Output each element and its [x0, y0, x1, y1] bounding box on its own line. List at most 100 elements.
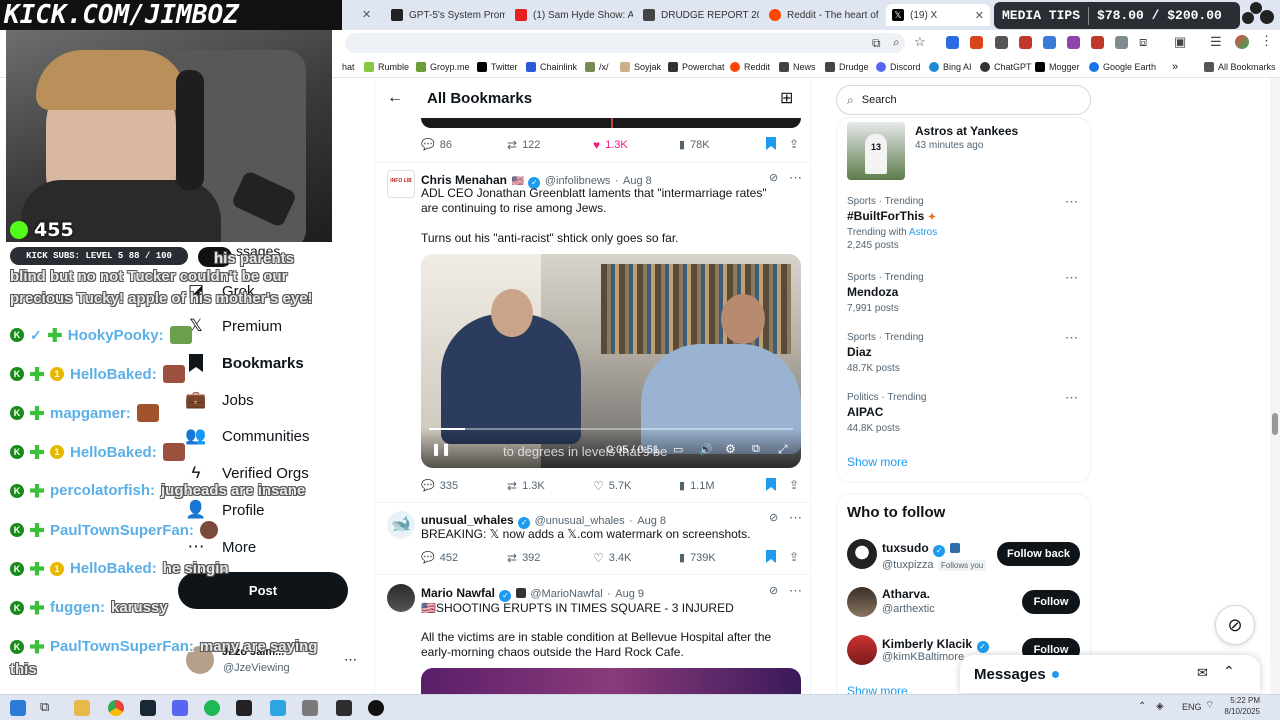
- trend-item[interactable]: Sports · Trending Mendoza 7,991 posts ⋯: [847, 270, 1082, 316]
- follow-button[interactable]: Follow: [1022, 590, 1080, 614]
- bookmark-button[interactable]: [766, 137, 776, 150]
- share-button[interactable]: ⇪: [789, 478, 799, 492]
- picture-in-picture-icon[interactable]: ⧉: [752, 443, 760, 456]
- bookmark-button[interactable]: [766, 478, 776, 491]
- bookmark-item[interactable]: Discord: [876, 59, 921, 75]
- obs-icon[interactable]: [368, 700, 384, 716]
- bookmark-item[interactable]: /x/: [585, 59, 609, 75]
- views-button[interactable]: ▮ 739K: [679, 551, 716, 565]
- nav-bookmarks[interactable]: Bookmarks: [186, 348, 304, 378]
- extensions-puzzle-icon[interactable]: ⧈: [1139, 34, 1147, 50]
- tweet-date[interactable]: Aug 8: [637, 515, 666, 527]
- sidepanel-icon[interactable]: ▣: [1174, 34, 1186, 50]
- views-button[interactable]: ▮ 78K: [679, 138, 710, 152]
- bookmark-item[interactable]: ChatGPT: [980, 59, 1032, 75]
- more-dots-icon[interactable]: ⋯: [1065, 330, 1079, 346]
- views-button[interactable]: ▮ 1.1M: [679, 479, 715, 493]
- discord-icon[interactable]: [172, 700, 188, 716]
- video-progress-track[interactable]: [429, 428, 793, 430]
- bookmark-item[interactable]: Twitter: [477, 59, 518, 75]
- tab-close-button[interactable]: ✕: [362, 8, 371, 21]
- avatar[interactable]: [847, 587, 877, 617]
- grok-explain-icon[interactable]: ⊘: [769, 511, 778, 524]
- volume-icon[interactable]: 🔊: [699, 443, 713, 456]
- reply-button[interactable]: 💬 86: [421, 138, 452, 152]
- extension-icon[interactable]: [1091, 36, 1104, 49]
- extension-icon[interactable]: [995, 36, 1008, 49]
- bookmark-item[interactable]: Rumble: [364, 59, 409, 75]
- browser-tab-active[interactable]: 𝕏 (19) X ✕: [886, 4, 990, 26]
- bookmark-item[interactable]: Chainlink: [526, 59, 577, 75]
- like-button[interactable]: ♥ 1.3K: [593, 138, 628, 152]
- extension-icon[interactable]: [1043, 36, 1056, 49]
- app-icon[interactable]: [302, 700, 318, 716]
- clock-time[interactable]: 5:22 PM: [1222, 696, 1260, 705]
- more-dots-icon[interactable]: ⋯: [789, 509, 803, 527]
- tweet-video[interactable]: ❚❚ to degrees in levels that's be 0:05 /…: [421, 254, 801, 468]
- bookmark-item[interactable]: Bing AI: [929, 59, 972, 75]
- captions-icon[interactable]: ▭: [673, 443, 683, 456]
- tray-chevron-icon[interactable]: ⌃: [1138, 701, 1146, 712]
- search-input[interactable]: ⌕ Search: [836, 85, 1091, 115]
- like-button[interactable]: ♡ 5.7K: [593, 479, 631, 493]
- browser-menu-icon[interactable]: ⋮: [1260, 33, 1273, 49]
- nav-communities[interactable]: 👥 Communities: [185, 421, 309, 451]
- clock-date[interactable]: 8/10/2025: [1208, 707, 1260, 716]
- avatar[interactable]: [387, 584, 415, 612]
- back-arrow-icon[interactable]: ←: [387, 89, 403, 107]
- event-title[interactable]: Astros at Yankees: [915, 124, 1018, 138]
- start-menu-icon[interactable]: [10, 700, 26, 716]
- all-bookmarks-folder[interactable]: All Bookmarks: [1204, 59, 1276, 75]
- install-app-icon[interactable]: ⧉: [872, 36, 881, 51]
- grok-explain-icon[interactable]: ⊘: [769, 584, 778, 597]
- chrome-icon[interactable]: [108, 700, 124, 716]
- language-indicator[interactable]: ENG: [1182, 702, 1202, 712]
- nav-premium[interactable]: 𝕏 Premium: [186, 311, 282, 341]
- more-dots-icon[interactable]: ⋯: [789, 582, 803, 600]
- bookmark-item[interactable]: Google Earth: [1089, 59, 1156, 75]
- author-handle[interactable]: @unusual_whales: [535, 515, 625, 527]
- settings-gear-icon[interactable]: ⚙: [725, 442, 736, 456]
- browser-tab[interactable]: Reddit - The heart of ✕: [763, 4, 885, 26]
- post-button[interactable]: Post: [178, 572, 348, 609]
- more-dots-icon[interactable]: ⋯: [1065, 194, 1079, 210]
- avatar[interactable]: 🐋: [387, 511, 415, 539]
- extension-icon[interactable]: [1067, 36, 1080, 49]
- browser-tab[interactable]: DRUDGE REPORT 202 ✕: [637, 4, 759, 26]
- address-bar[interactable]: [345, 33, 905, 53]
- reply-button[interactable]: 💬 452: [421, 551, 458, 565]
- avatar[interactable]: [847, 539, 877, 569]
- pause-icon[interactable]: ❚❚: [431, 442, 451, 456]
- extension-icon[interactable]: [1019, 36, 1032, 49]
- grok-explain-icon[interactable]: ⊘: [769, 171, 778, 184]
- bookmark-item[interactable]: hat: [342, 59, 355, 75]
- author-name[interactable]: unusual_whales: [421, 513, 514, 527]
- trend-item[interactable]: Sports · Trending Diaz 48.7K posts ⋯: [847, 330, 1082, 376]
- trend-item[interactable]: Politics · Trending AIPAC 44.8K posts ⋯: [847, 390, 1082, 436]
- tab-close-icon[interactable]: ✕: [975, 9, 984, 22]
- downloads-icon[interactable]: ☰: [1210, 34, 1222, 50]
- suggestion-name[interactable]: tuxsudo: [882, 541, 929, 555]
- bookmark-item[interactable]: Soyjak: [620, 59, 661, 75]
- task-view-icon[interactable]: ⧉: [40, 699, 49, 715]
- tweet-media[interactable]: [421, 668, 801, 694]
- repost-button[interactable]: ⇄ 1.3K: [507, 479, 545, 493]
- bookmark-item[interactable]: Reddit: [730, 59, 770, 75]
- grok-floating-icon[interactable]: ⊘: [1215, 605, 1255, 645]
- app-icon[interactable]: [336, 700, 352, 716]
- show-more-link[interactable]: Show more: [847, 455, 908, 469]
- browser-tab[interactable]: GPT-5's System Promp ✕: [385, 4, 505, 26]
- trend-item[interactable]: Sports · Trending #BuiltForThis ✦ Trendi…: [847, 194, 1082, 256]
- profile-avatar-icon[interactable]: [1235, 35, 1249, 49]
- new-message-icon[interactable]: ✉: [1197, 665, 1208, 681]
- repost-button[interactable]: ⇄ 122: [507, 138, 540, 152]
- more-dots-icon[interactable]: ⋯: [789, 169, 803, 187]
- share-button[interactable]: ⇪: [789, 137, 799, 151]
- follow-back-button[interactable]: Follow back: [997, 542, 1080, 566]
- event-thumbnail[interactable]: 13: [847, 122, 905, 180]
- fullscreen-icon[interactable]: ⤢: [778, 442, 788, 457]
- bookmark-folder-add-icon[interactable]: ⊞: [780, 88, 793, 108]
- more-dots-icon[interactable]: ⋯: [1065, 270, 1079, 286]
- telegram-icon[interactable]: [270, 700, 286, 716]
- bookmarks-overflow-chevron-icon[interactable]: »: [1172, 59, 1178, 75]
